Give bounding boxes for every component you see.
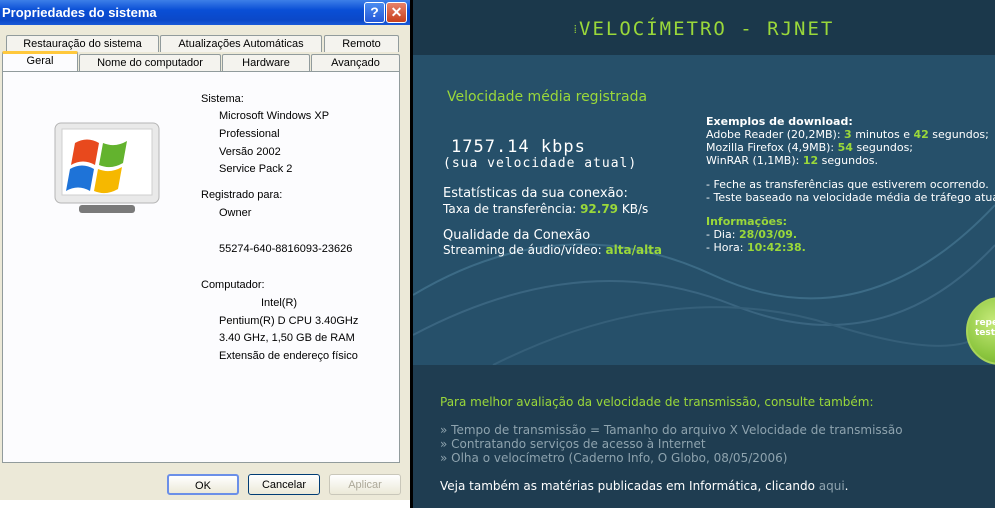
tab-geral[interactable]: Geral [2,51,78,71]
os-service-pack: Service Pack 2 [219,163,293,175]
tab-atualizacoes[interactable]: Atualizações Automáticas [160,35,322,52]
test-time: - Hora: 10:42:38. [706,241,806,254]
streaming-quality: Streaming de áudio/vídeo: alta/alta [443,243,663,257]
references-section: Para melhor avaliação da velocidade de t… [413,365,995,508]
speedtest-page: ⁞VELOCÍMETRO - RJNET Velocidade média re… [413,0,995,508]
link-transmission-time[interactable]: » Tempo de transmissão = Tamanho do arqu… [440,423,903,437]
tab-avancado[interactable]: Avançado [311,54,400,71]
tab-hardware[interactable]: Hardware [222,54,310,71]
note-test-basis: - Teste baseado na velocidade média de t… [706,191,995,204]
dialog-title: Propriedades do sistema [2,5,157,20]
dialog-bottom-edge [0,500,410,508]
test-date: - Dia: 28/03/09. [706,228,798,241]
page-header: ⁞VELOCÍMETRO - RJNET [413,0,995,55]
results-panel: Velocidade média registrada 1757.14 kbps… [413,55,995,365]
tab-nome-computador[interactable]: Nome do computador [79,54,221,71]
title-bar: Propriedades do sistema ? ✕ [0,0,410,25]
link-velocimeter-article[interactable]: » Olha o velocímetro (Caderno Info, O Gl… [440,451,787,465]
link-hiring-services[interactable]: » Contratando serviços de acesso à Inter… [440,437,706,451]
stats-heading: Estatísticas da sua conexão: [443,186,628,201]
help-button[interactable]: ? [364,2,385,23]
here-link[interactable]: aqui [819,479,845,493]
tab-restauracao[interactable]: Restauração do sistema [6,35,159,52]
close-button[interactable]: ✕ [386,2,407,23]
product-id: 55274-640-8816093-23626 [219,243,353,255]
example-winrar: WinRAR (1,1MB): 12 segundos. [706,154,879,167]
repeat-test-label: repetir teste [975,318,995,338]
os-name: Microsoft Windows XP [219,110,330,122]
page-title: ⁞VELOCÍMETRO - RJNET [573,18,835,40]
speed-caption: (sua velocidade atual) [443,156,638,171]
transfer-rate: Taxa de transferência: 92.79 KB/s [443,202,649,216]
note-close-transfers: - Feche as transferências que estiverem … [706,178,989,191]
quality-heading: Qualidade da Conexão [443,228,591,243]
tab-remoto[interactable]: Remoto [324,35,399,52]
speed-value: 1757.14 kbps [451,137,586,157]
avg-speed-title: Velocidade média registrada [447,89,648,105]
example-firefox: Mozilla Firefox (4,9MB): 54 segundos; [706,141,914,154]
windows-logo-icon [54,122,160,213]
cpu-vendor: Intel(R) [261,297,298,309]
cancel-button[interactable]: Cancelar [248,474,320,495]
os-version: Versão 2002 [219,146,281,158]
better-eval-text: Para melhor avaliação da velocidade de t… [440,395,874,409]
system-label: Sistema: [201,93,244,105]
general-tab-panel: Sistema: Microsoft Windows XP Profession… [2,71,400,463]
examples-heading: Exemplos de download: [706,115,853,128]
system-properties-dialog: Propriedades do sistema ? ✕ Restauração … [0,0,410,508]
os-edition: Professional [219,128,280,140]
pae-label: Extensão de endereço físico [219,350,358,362]
ok-button[interactable]: OK [167,474,239,495]
example-adobe: Adobe Reader (20,2MB): 3 minutos e 42 se… [706,128,989,141]
info-heading: Informações: [706,215,788,228]
registered-owner: Owner [219,207,252,219]
cpu-model: Pentium(R) D CPU 3.40GHz [219,315,359,327]
see-also-text: Veja também as matérias publicadas em In… [440,479,849,493]
apply-button[interactable]: Aplicar [329,474,401,495]
cpu-speed-ram: 3.40 GHz, 1,50 GB de RAM [219,332,355,344]
computer-label: Computador: [201,279,265,291]
registered-label: Registrado para: [201,189,283,201]
